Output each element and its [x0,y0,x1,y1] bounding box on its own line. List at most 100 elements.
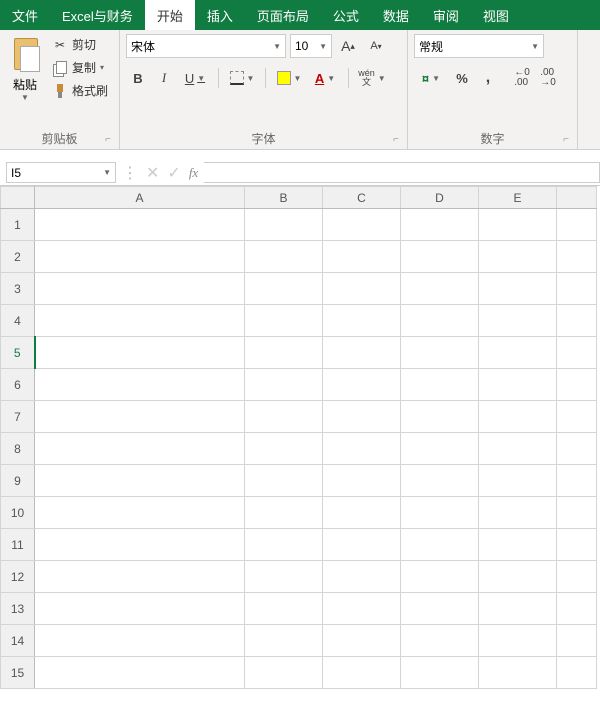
cell[interactable] [479,657,557,689]
row-header[interactable]: 10 [1,497,35,529]
cell[interactable] [401,465,479,497]
cell[interactable] [323,561,401,593]
cell[interactable] [557,369,597,401]
dialog-launcher-icon[interactable]: ⌐ [393,134,399,145]
cell[interactable] [245,401,323,433]
cell[interactable] [557,209,597,241]
cell[interactable] [401,369,479,401]
row-header[interactable]: 13 [1,593,35,625]
menu-home[interactable]: 开始 [145,0,195,30]
row-header[interactable]: 9 [1,465,35,497]
cell[interactable] [401,401,479,433]
cell[interactable] [557,529,597,561]
cell[interactable] [245,305,323,337]
cell[interactable] [323,305,401,337]
cell[interactable] [557,241,597,273]
column-header[interactable]: E [479,187,557,209]
cell[interactable] [557,657,597,689]
cell[interactable] [479,241,557,273]
cell[interactable] [479,273,557,305]
menu-view[interactable]: 视图 [471,0,521,30]
cell[interactable] [557,593,597,625]
expand-icon[interactable]: ⋮ [122,163,138,183]
phonetic-button[interactable]: wén文 ▼ [355,66,389,90]
cell[interactable] [245,241,323,273]
cell[interactable] [401,593,479,625]
cell[interactable] [35,657,245,689]
font-name-dropdown[interactable]: 宋体 ▼ [126,34,286,58]
decrease-decimal-button[interactable]: .00→0 [536,66,560,90]
cell[interactable] [35,561,245,593]
cancel-icon[interactable]: ✕ [146,163,159,183]
cell[interactable] [401,561,479,593]
cell[interactable] [323,657,401,689]
cell[interactable] [35,433,245,465]
paste-button[interactable]: 粘贴 ▼ [6,34,44,104]
fx-icon[interactable]: fx [189,165,198,181]
font-size-dropdown[interactable]: 10 ▼ [290,34,332,58]
cell[interactable] [479,433,557,465]
column-header[interactable]: B [245,187,323,209]
name-box[interactable]: I5 ▼ [6,162,116,183]
row-header[interactable]: 2 [1,241,35,273]
cell[interactable] [557,625,597,657]
cell[interactable] [323,593,401,625]
cell[interactable] [401,657,479,689]
cell[interactable] [479,465,557,497]
cell[interactable] [479,337,557,369]
cell[interactable] [245,465,323,497]
row-header[interactable]: 6 [1,369,35,401]
row-header[interactable]: 11 [1,529,35,561]
enter-icon[interactable]: ✓ [167,163,180,183]
cell[interactable] [35,625,245,657]
cell[interactable] [245,369,323,401]
decrease-font-button[interactable]: A▾ [364,34,388,58]
row-header[interactable]: 1 [1,209,35,241]
menu-insert[interactable]: 插入 [195,0,245,30]
percent-button[interactable]: % [450,66,474,90]
cell[interactable] [479,561,557,593]
cell[interactable] [245,337,323,369]
borders-button[interactable]: ▼ [225,66,259,90]
row-header[interactable]: 12 [1,561,35,593]
row-header[interactable]: 14 [1,625,35,657]
row-header[interactable]: 15 [1,657,35,689]
cell[interactable] [35,401,245,433]
cell[interactable] [35,497,245,529]
dialog-launcher-icon[interactable]: ⌐ [105,134,111,145]
cell[interactable] [401,305,479,337]
column-header[interactable]: C [323,187,401,209]
cell[interactable] [401,433,479,465]
cell[interactable] [401,273,479,305]
cell[interactable] [35,593,245,625]
cell[interactable] [245,593,323,625]
cell[interactable] [557,273,597,305]
cell[interactable] [479,625,557,657]
column-header[interactable]: D [401,187,479,209]
cell[interactable] [557,305,597,337]
cell[interactable] [35,465,245,497]
font-color-button[interactable]: A▼ [308,66,342,90]
cell[interactable] [245,561,323,593]
cell[interactable] [323,465,401,497]
cell[interactable] [479,305,557,337]
cell[interactable] [35,273,245,305]
cell[interactable] [35,209,245,241]
cell[interactable] [245,273,323,305]
increase-decimal-button[interactable]: ←0.00 [510,66,534,90]
cell[interactable] [323,529,401,561]
row-header[interactable]: 7 [1,401,35,433]
fill-color-button[interactable]: ▼ [272,66,306,90]
cell[interactable] [401,529,479,561]
menu-data[interactable]: 数据 [371,0,421,30]
cell[interactable] [323,209,401,241]
bold-button[interactable]: B [126,66,150,90]
cell[interactable] [479,209,557,241]
cell[interactable] [323,241,401,273]
cell[interactable] [245,209,323,241]
cell[interactable] [35,337,245,369]
cell[interactable] [35,305,245,337]
cell[interactable] [245,529,323,561]
row-header[interactable]: 8 [1,433,35,465]
cell[interactable] [401,241,479,273]
